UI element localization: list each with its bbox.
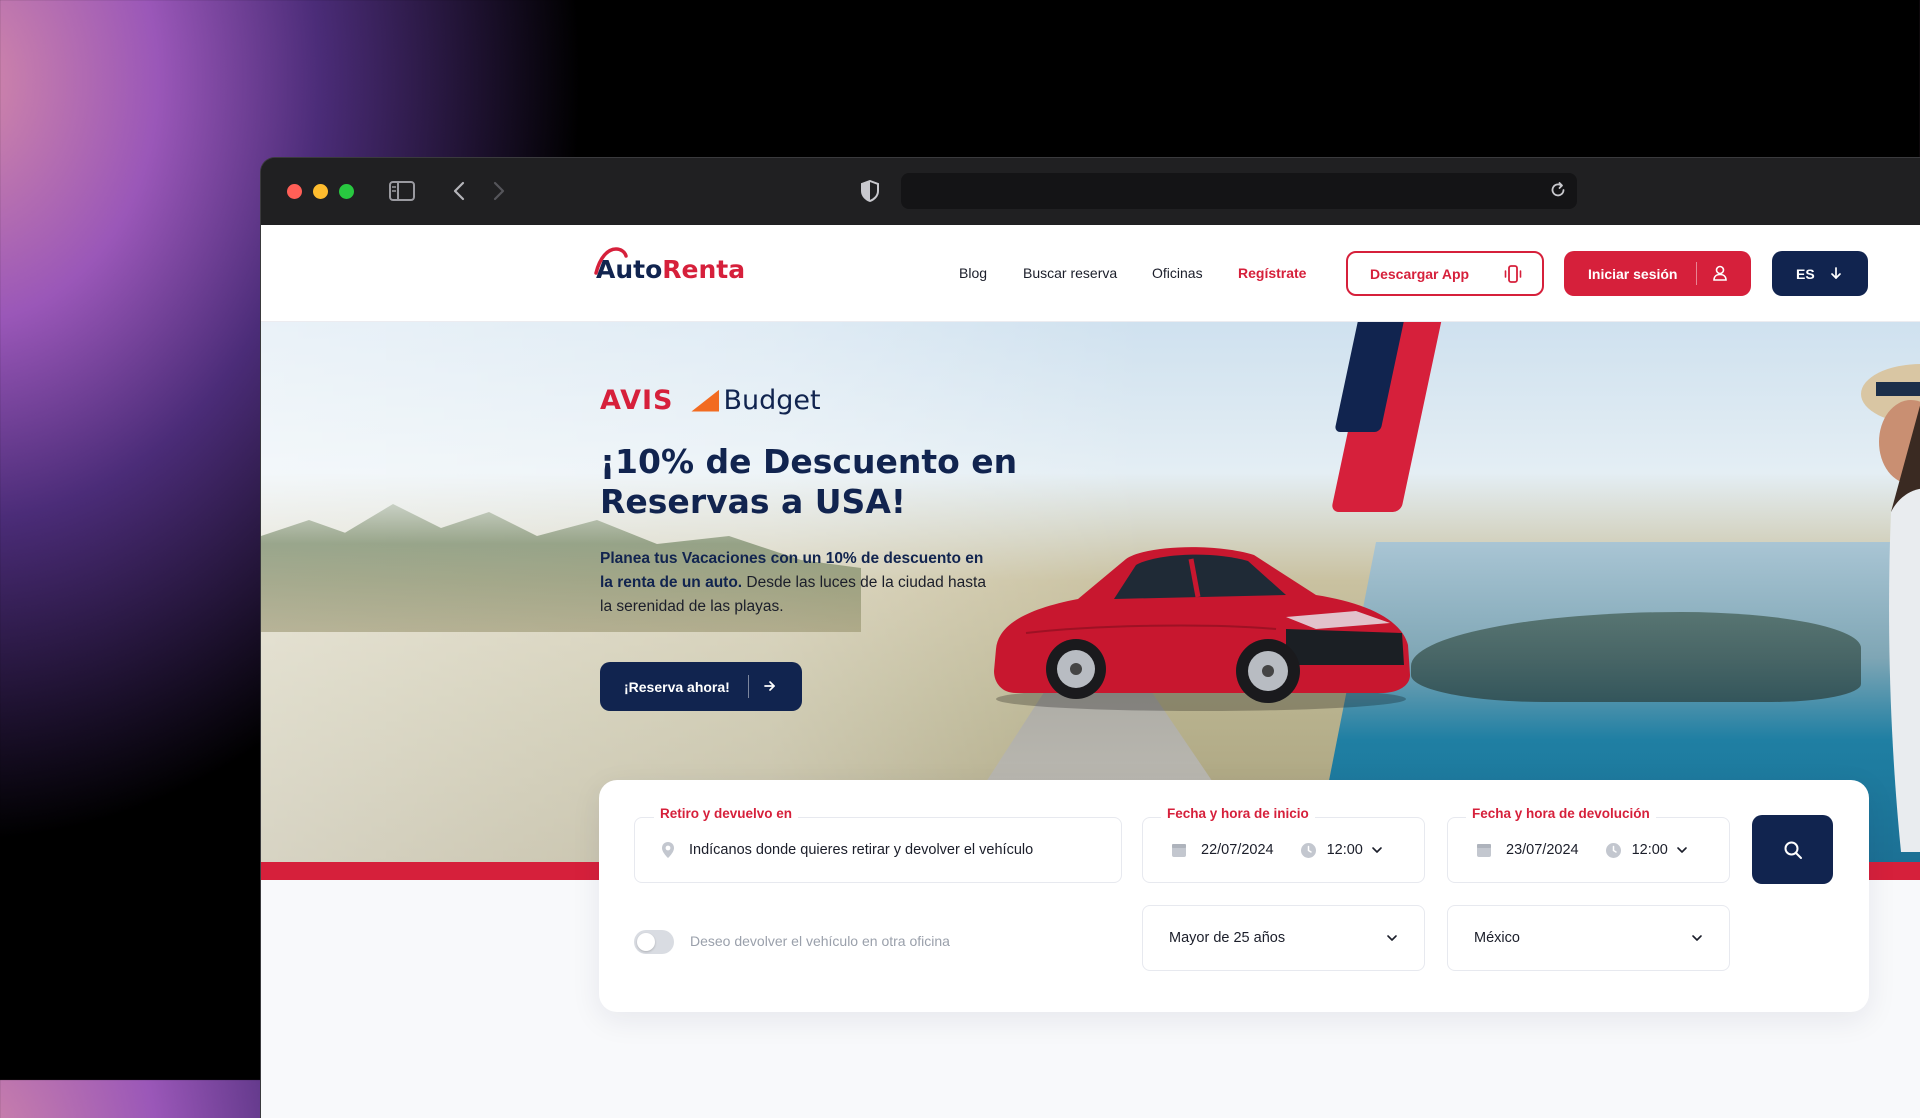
nav-link-buscar-reserva[interactable]: Buscar reserva: [1023, 265, 1117, 281]
language-label: ES: [1796, 265, 1815, 282]
nav-link-oficinas[interactable]: Oficinas: [1152, 265, 1203, 281]
logo-text-renta: Renta: [662, 255, 746, 284]
calendar-icon: [1476, 842, 1492, 858]
reload-icon[interactable]: [1549, 181, 1567, 204]
chevron-down-icon[interactable]: [1371, 846, 1383, 854]
clock-icon: [1605, 842, 1622, 859]
start-time-value[interactable]: 12:00: [1327, 842, 1363, 858]
language-selector[interactable]: ES: [1772, 251, 1868, 296]
site-header: Auto Renta Blog Buscar reserva Oficinas R…: [261, 225, 1920, 322]
hero-description: Planea tus Vacaciones con un 10% de desc…: [600, 547, 1000, 619]
arrow-down-icon: [1830, 266, 1842, 283]
login-button[interactable]: Iniciar sesión: [1564, 251, 1751, 296]
reserve-now-label: ¡Reserva ahora!: [624, 678, 730, 695]
chevron-down-icon: [1691, 934, 1703, 942]
nav-link-blog[interactable]: Blog: [959, 265, 987, 281]
sidebar-toggle-icon[interactable]: [387, 176, 417, 206]
booking-search-card: Indícanos donde quieres retirar y devolv…: [599, 780, 1869, 1012]
search-icon: [1783, 840, 1803, 860]
clock-icon: [1300, 842, 1317, 859]
chevron-down-icon[interactable]: [1676, 846, 1688, 854]
return-datetime-field[interactable]: 23/07/2024 12:00: [1447, 817, 1730, 883]
location-pin-icon: [661, 841, 675, 859]
register-link[interactable]: Regístrate: [1238, 265, 1306, 281]
maximize-window-button[interactable]: [339, 184, 354, 199]
cta-divider: [748, 675, 749, 698]
traveler-woman-image: [1861, 364, 1920, 852]
age-select[interactable]: Mayor de 25 años: [1142, 905, 1425, 971]
return-other-office-label: Deseo devolver el vehículo en otra ofici…: [690, 933, 950, 949]
start-datetime-field[interactable]: 22/07/2024 12:00: [1142, 817, 1425, 883]
start-date-value[interactable]: 22/07/2024: [1201, 842, 1274, 858]
return-date-value[interactable]: 23/07/2024: [1506, 842, 1579, 858]
red-sedan-image: [994, 547, 1410, 711]
location-label: Retiro y devuelvo en: [654, 806, 799, 821]
calendar-icon: [1171, 842, 1187, 858]
avis-logo: AVIS: [600, 385, 674, 416]
country-selected-value: México: [1474, 930, 1520, 946]
budget-logo-text: Budget: [723, 385, 821, 416]
login-label: Iniciar sesión: [1588, 265, 1678, 282]
user-icon: [1711, 264, 1729, 285]
minimize-window-button[interactable]: [313, 184, 328, 199]
logo-swoosh-icon: [594, 247, 628, 275]
return-other-office-toggle[interactable]: [634, 930, 674, 954]
age-selected-value: Mayor de 25 años: [1169, 930, 1286, 946]
close-window-button[interactable]: [287, 184, 302, 199]
location-input[interactable]: Indícanos donde quieres retirar y devolv…: [634, 817, 1122, 883]
chevron-down-icon: [1386, 934, 1398, 942]
budget-mark-icon: [691, 389, 720, 412]
login-divider: [1696, 262, 1697, 285]
arrow-right-icon: [763, 676, 777, 699]
forward-icon[interactable]: [487, 176, 511, 206]
browser-toolbar: [261, 158, 1920, 224]
budget-logo: Budget: [691, 385, 821, 416]
start-datetime-label: Fecha y hora de inicio: [1161, 806, 1315, 821]
return-datetime-label: Fecha y hora de devolución: [1466, 806, 1656, 821]
shield-icon[interactable]: [858, 176, 882, 206]
address-bar[interactable]: [901, 173, 1577, 209]
partner-logos: AVIS Budget: [600, 385, 821, 416]
location-placeholder: Indícanos donde quieres retirar y devolv…: [689, 842, 1034, 858]
search-button[interactable]: [1752, 815, 1833, 884]
reserve-now-button[interactable]: ¡Reserva ahora!: [600, 662, 802, 711]
autorenta-logo[interactable]: Auto Renta: [594, 247, 746, 284]
country-select[interactable]: México: [1447, 905, 1730, 971]
return-time-value[interactable]: 12:00: [1632, 842, 1668, 858]
browser-window: Auto Renta Blog Buscar reserva Oficinas R…: [261, 158, 1920, 1118]
back-icon[interactable]: [447, 176, 471, 206]
hero-title: ¡10% de Descuento en Reservas a USA!: [600, 442, 1018, 521]
phone-vibrate-icon: [1503, 264, 1523, 287]
download-app-label: Descargar App: [1370, 265, 1470, 282]
web-page: Auto Renta Blog Buscar reserva Oficinas R…: [261, 225, 1920, 1118]
download-app-button[interactable]: Descargar App: [1346, 251, 1544, 296]
